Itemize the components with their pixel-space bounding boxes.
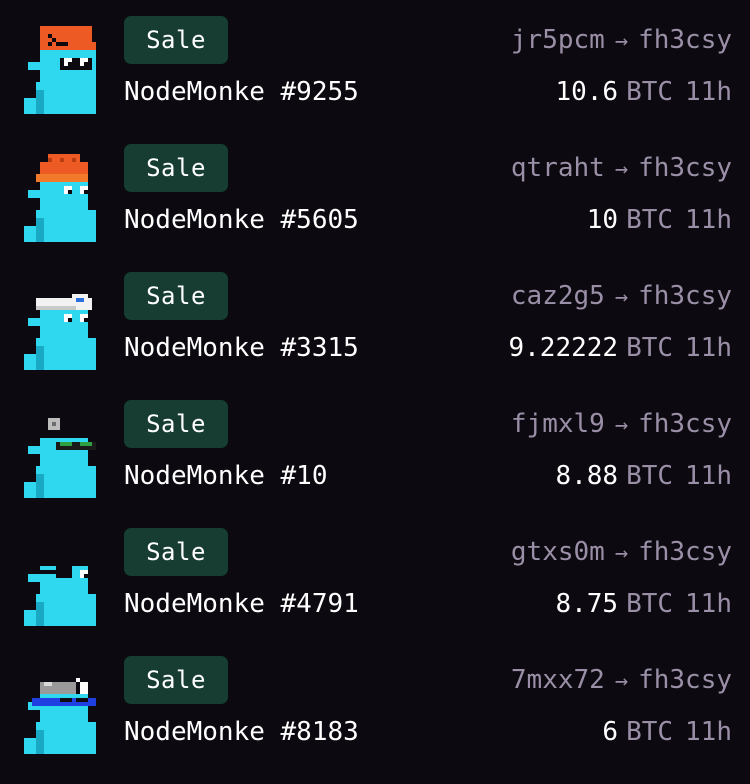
price-line: 8.75 BTC 11h bbox=[555, 584, 732, 624]
sale-badge: Sale bbox=[124, 656, 228, 704]
price-line: 9.22222 BTC 11h bbox=[508, 328, 732, 368]
price-amount: 6 bbox=[602, 717, 619, 747]
price-amount: 9.22222 bbox=[508, 333, 619, 363]
to-address-link[interactable]: fh3csy bbox=[638, 409, 732, 439]
arrow-right-icon: → bbox=[614, 669, 629, 694]
transfer-addresses: caz2g5 → fh3csy bbox=[511, 276, 732, 318]
time-ago: 11h bbox=[685, 589, 732, 619]
from-address-link[interactable]: caz2g5 bbox=[511, 281, 605, 311]
to-address-link[interactable]: fh3csy bbox=[638, 665, 732, 695]
price-unit: BTC bbox=[626, 205, 674, 235]
nodemonke-white-cap-thumbnail[interactable] bbox=[24, 266, 96, 370]
from-address-link[interactable]: 7mxx72 bbox=[511, 665, 605, 695]
from-address-link[interactable]: qtraht bbox=[511, 153, 605, 183]
activity-row[interactable]: Sale NodeMonke #3315 caz2g5 → fh3csy 9.222… bbox=[0, 256, 750, 384]
time-ago: 11h bbox=[685, 461, 732, 491]
from-address-link[interactable]: fjmxl9 bbox=[511, 409, 605, 439]
nodemonke-orange-cap-thumbnail[interactable] bbox=[24, 10, 96, 114]
price-line: 10.6 BTC 11h bbox=[555, 72, 732, 112]
transfer-addresses: 7mxx72 → fh3csy bbox=[511, 660, 732, 702]
transfer-addresses: gtxs0m → fh3csy bbox=[511, 532, 732, 574]
price-unit: BTC bbox=[626, 717, 674, 747]
price-unit: BTC bbox=[626, 461, 674, 491]
arrow-right-icon: → bbox=[614, 29, 629, 54]
activity-row[interactable]: Sale NodeMonke #8183 7mxx72 → fh3csy 6 BTC 1… bbox=[0, 640, 750, 768]
item-name-link[interactable]: NodeMonke #3315 bbox=[124, 328, 359, 368]
to-address-link[interactable]: fh3csy bbox=[638, 281, 732, 311]
price-unit: BTC bbox=[626, 589, 674, 619]
activity-row[interactable]: Sale NodeMonke #4791 gtxs0m → fh3csy 8.75 B… bbox=[0, 512, 750, 640]
from-address-link[interactable]: jr5pcm bbox=[511, 25, 605, 55]
to-address-link[interactable]: fh3csy bbox=[638, 153, 732, 183]
time-ago: 11h bbox=[685, 333, 732, 363]
item-name-link[interactable]: NodeMonke #10 bbox=[124, 456, 328, 496]
price-line: 6 BTC 11h bbox=[602, 712, 732, 752]
price-amount: 10 bbox=[586, 205, 619, 235]
nodemonke-green-glasses-thumbnail[interactable] bbox=[24, 394, 96, 498]
transfer-addresses: jr5pcm → fh3csy bbox=[511, 20, 732, 62]
price-unit: BTC bbox=[626, 77, 674, 107]
arrow-right-icon: → bbox=[614, 541, 629, 566]
to-address-link[interactable]: fh3csy bbox=[638, 537, 732, 567]
arrow-right-icon: → bbox=[614, 285, 629, 310]
transfer-addresses: qtraht → fh3csy bbox=[511, 148, 732, 190]
activity-row[interactable]: Sale NodeMonke #9255 jr5pcm → fh3csy 10.6 B… bbox=[0, 0, 750, 128]
sale-badge: Sale bbox=[124, 272, 228, 320]
transfer-addresses: fjmxl9 → fh3csy bbox=[511, 404, 732, 446]
time-ago: 11h bbox=[685, 205, 732, 235]
arrow-right-icon: → bbox=[614, 157, 629, 182]
price-line: 8.88 BTC 11h bbox=[555, 456, 732, 496]
time-ago: 11h bbox=[685, 77, 732, 107]
time-ago: 11h bbox=[685, 717, 732, 747]
price-amount: 8.88 bbox=[555, 461, 619, 491]
price-line: 10 BTC 11h bbox=[587, 200, 732, 240]
from-address-link[interactable]: gtxs0m bbox=[511, 537, 605, 567]
activity-row[interactable]: Sale NodeMonke #5605 qtraht → fh3csy 10 BTC… bbox=[0, 128, 750, 256]
nodemonke-orange-beanie-thumbnail[interactable] bbox=[24, 138, 96, 242]
sale-badge: Sale bbox=[124, 16, 228, 64]
activity-row[interactable]: Sale NodeMonke #10 fjmxl9 → fh3csy 8.88 BTC… bbox=[0, 384, 750, 512]
sale-badge: Sale bbox=[124, 144, 228, 192]
item-name-link[interactable]: NodeMonke #5605 bbox=[124, 200, 359, 240]
price-unit: BTC bbox=[626, 333, 674, 363]
nodemonke-blue-goggles-thumbnail[interactable] bbox=[24, 650, 96, 754]
nodemonke-eye-patch-thumbnail[interactable] bbox=[24, 522, 96, 626]
to-address-link[interactable]: fh3csy bbox=[638, 25, 732, 55]
price-amount: 8.75 bbox=[555, 589, 619, 619]
sale-badge: Sale bbox=[124, 400, 228, 448]
sale-badge: Sale bbox=[124, 528, 228, 576]
item-name-link[interactable]: NodeMonke #9255 bbox=[124, 72, 359, 112]
activity-list: Sale NodeMonke #9255 jr5pcm → fh3csy 10.6 B… bbox=[0, 0, 750, 784]
price-amount: 10.6 bbox=[555, 77, 619, 107]
item-name-link[interactable]: NodeMonke #8183 bbox=[124, 712, 359, 752]
item-name-link[interactable]: NodeMonke #4791 bbox=[124, 584, 359, 624]
arrow-right-icon: → bbox=[614, 413, 629, 438]
